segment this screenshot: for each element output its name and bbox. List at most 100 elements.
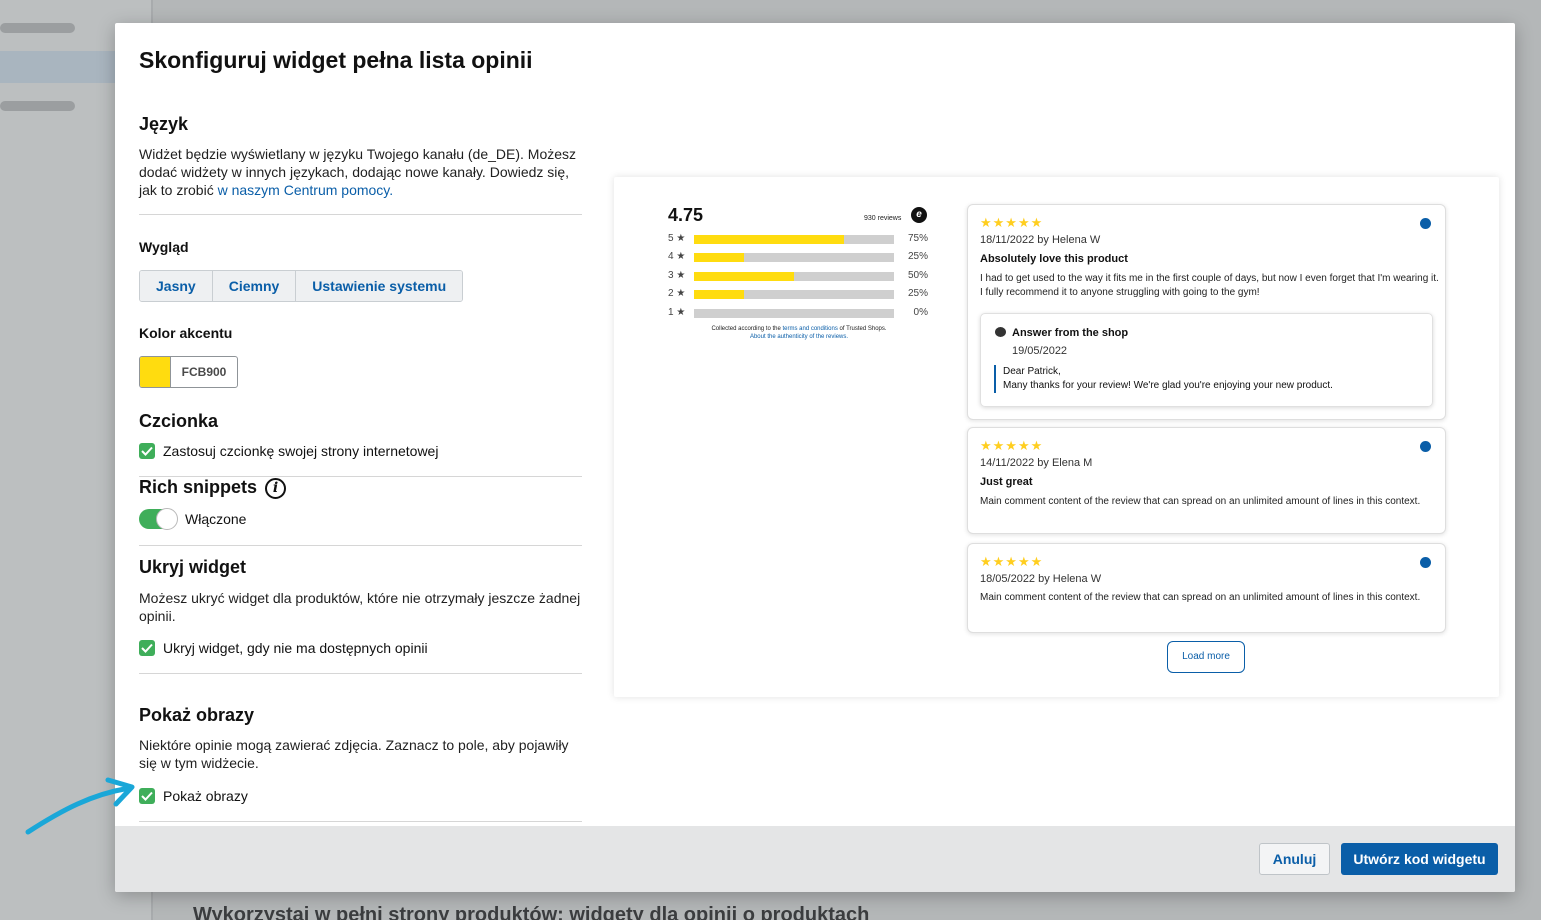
review-meta: 18/11/2022 by Helena W: [980, 234, 1101, 246]
rating-bar-track: [694, 253, 894, 263]
rich-snippets-heading: Rich snippets i: [139, 477, 287, 499]
terms-link[interactable]: terms and conditions: [782, 326, 837, 332]
review-stars: ★★★★★: [980, 215, 1044, 230]
review-body: Main comment content of the review that …: [980, 592, 1421, 603]
divider: [139, 821, 582, 822]
font-checkbox-row[interactable]: Zastosuj czcionkę swojej strony internet…: [139, 443, 438, 459]
hide-widget-heading: Ukryj widget: [139, 557, 247, 577]
font-heading: Czcionka: [139, 411, 219, 431]
rating-bar-track: [694, 271, 894, 281]
background-nav-item: [0, 101, 75, 111]
rating-percent: 75%: [907, 233, 928, 244]
rich-snippets-toggle-row[interactable]: Włączone: [139, 508, 247, 530]
hide-widget-checkbox[interactable]: [139, 640, 155, 656]
configure-widget-dialog: Skonfiguruj widget pełna lista opinii Ję…: [115, 23, 1515, 892]
show-images-description: Niektóre opinie mogą zawierać zdjęcia. Z…: [139, 737, 569, 771]
hide-widget-checkbox-label: Ukryj widget, gdy nie ma dostępnych opin…: [163, 640, 428, 656]
hide-widget-checkbox-row[interactable]: Ukryj widget, gdy nie ma dostępnych opin…: [139, 640, 428, 656]
show-images-checkbox-label: Pokaż obrazy: [163, 788, 248, 804]
review-stars: ★★★★★: [980, 438, 1044, 453]
rich-snippets-toggle[interactable]: [139, 508, 178, 530]
font-checkbox[interactable]: [139, 443, 155, 459]
show-images-heading: Pokaż obrazy: [139, 705, 255, 725]
review-card: ★★★★★ 18/05/2022 by Helena W Main commen…: [967, 543, 1446, 633]
review-card: ★★★★★ 14/11/2022 by Elena M Just great M…: [967, 427, 1446, 534]
verified-badge-icon: [1420, 218, 1431, 229]
shop-answer: Answer from the shop 19/05/2022 Dear Pat…: [980, 313, 1433, 407]
answer-date: 19/05/2022: [1012, 345, 1068, 357]
dialog-title: Skonfiguruj widget pełna lista opinii: [139, 47, 533, 73]
rating-label: 2 ★: [668, 288, 686, 300]
answer-title: Answer from the shop: [1012, 327, 1129, 339]
divider: [139, 214, 582, 215]
rating-percent: 50%: [907, 269, 928, 281]
appearance-option-system[interactable]: Ustawienie systemu: [296, 271, 463, 301]
rating-percent: 0%: [913, 306, 928, 318]
rating-bar-fill: [694, 290, 744, 300]
collected-notice: Collected according to the terms and con…: [674, 325, 924, 341]
rating-row: 1 ★ 0%: [668, 307, 928, 319]
authenticity-link[interactable]: About the authenticity of the reviews.: [750, 334, 848, 340]
rating-bar-fill: [694, 253, 744, 263]
toggle-knob: [156, 508, 178, 530]
rating-row: 5 ★ 75%: [668, 233, 928, 245]
show-images-checkbox-row[interactable]: Pokaż obrazy: [139, 788, 248, 804]
rich-snippets-toggle-label: Włączone: [185, 511, 247, 527]
rating-label: 1 ★: [668, 306, 686, 318]
divider: [139, 545, 582, 546]
rating-label: 3 ★: [668, 269, 686, 281]
widget-preview: 4.75 930 reviews e 5 ★ 75% 4 ★ 25% 3 ★ 50% 2 ★…: [614, 177, 1499, 697]
review-title: Just great: [980, 476, 1033, 488]
rating-percent: 25%: [907, 288, 928, 300]
rich-snippets-title: Rich snippets: [139, 477, 258, 497]
rating-bar-fill: [694, 271, 794, 281]
collected-suffix: of Trusted Shops.: [837, 326, 887, 332]
help-center-link[interactable]: w naszym Centrum pomocy.: [218, 182, 394, 198]
cancel-button[interactable]: Anuluj: [1259, 843, 1330, 875]
review-count: 930 reviews: [864, 215, 902, 222]
info-icon[interactable]: i: [265, 477, 287, 499]
appearance-segmented-control: Jasny Ciemny Ustawienie systemu: [139, 270, 464, 302]
average-rating: 4.75: [668, 205, 704, 225]
collected-prefix: Collected according to the: [711, 326, 783, 332]
answer-body: Dear Patrick, Many thanks for your revie…: [994, 365, 1333, 393]
speech-bubble-icon: [995, 327, 1006, 337]
accent-color-heading: Kolor akcentu: [139, 325, 233, 341]
review-title: Absolutely love this product: [980, 253, 1128, 265]
rating-row: 2 ★ 25%: [668, 288, 928, 300]
review-card: ★★★★★ 18/11/2022 by Helena W Absolutely …: [967, 204, 1446, 420]
accent-color-value[interactable]: FCB900: [171, 357, 237, 387]
rating-label: 5 ★: [668, 233, 686, 244]
hide-widget-description: Możesz ukryć widget dla produktów, które…: [139, 590, 581, 624]
dialog-footer: Anuluj Utwórz kod widgetu: [115, 826, 1515, 892]
accent-color-picker[interactable]: FCB900: [139, 356, 238, 388]
review-stars: ★★★★★: [980, 554, 1044, 569]
review-body: I had to get used to the way it fits me …: [980, 273, 1439, 298]
review-meta: 14/11/2022 by Elena M: [980, 457, 1093, 469]
rating-percent: 25%: [907, 251, 928, 263]
load-more-button[interactable]: Load more: [1167, 641, 1245, 673]
answer-line: Dear Patrick,: [1003, 366, 1061, 377]
rating-bar-track: [694, 290, 894, 300]
verified-badge-icon: [1420, 557, 1431, 568]
divider: [139, 673, 582, 674]
annotation-arrow-icon: [25, 777, 135, 835]
rating-bar-fill: [694, 235, 844, 244]
appearance-heading: Wygląd: [139, 239, 189, 255]
review-body: Main comment content of the review that …: [980, 496, 1421, 507]
verified-badge-icon: [1420, 441, 1431, 452]
appearance-option-light[interactable]: Jasny: [140, 271, 213, 301]
background-page-heading: Wykorzystaj w pełni strony produktów: wi…: [193, 904, 870, 920]
language-heading: Język: [139, 114, 189, 134]
rating-bar-track: [694, 235, 894, 244]
background-nav-item: [0, 23, 75, 33]
rating-row: 3 ★ 50%: [668, 270, 928, 282]
rating-bar-track: [694, 308, 894, 318]
rating-label: 4 ★: [668, 251, 686, 263]
accent-color-swatch[interactable]: [140, 357, 171, 387]
create-widget-code-button[interactable]: Utwórz kod widgetu: [1341, 843, 1498, 875]
rating-row: 4 ★ 25%: [668, 251, 928, 263]
appearance-option-dark[interactable]: Ciemny: [212, 271, 297, 301]
answer-line: Many thanks for your review! We're glad …: [1003, 380, 1333, 391]
trusted-shops-logo-icon: e: [911, 207, 927, 223]
